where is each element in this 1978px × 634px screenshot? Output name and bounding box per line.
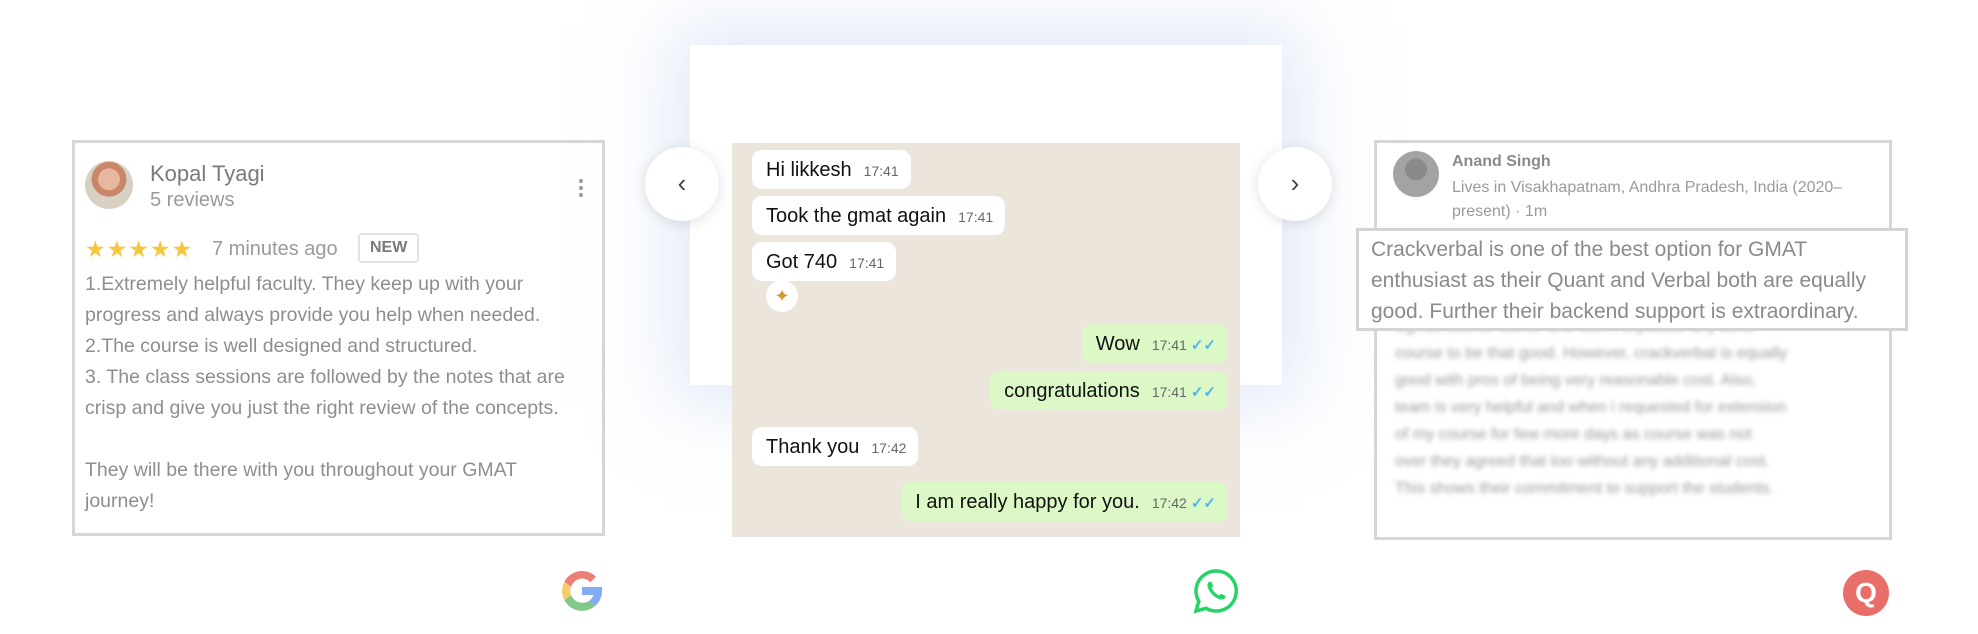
clapping-hands-icon: ✦ [766,280,798,312]
reviewer-location-time: present) · 1m [1452,203,1548,220]
review-line: journey! [85,490,155,512]
message-time: 17:42 [1151,495,1187,511]
review-line: crisp and give you just the right review… [85,397,559,419]
google-review-card: Kopal Tyagi 5 reviews ★★★★★ 7 minutes ag… [72,140,605,536]
google-logo-icon [562,571,602,611]
message-text: Wow [1095,333,1140,355]
message-time: 17:41 [1151,384,1187,400]
chevron-right-icon: › [1290,168,1300,198]
highlighted-review-text: Crackverbal is one of the best option fo… [1356,228,1908,331]
review-text: 1.Extremely helpful faculty. They keep u… [85,269,600,517]
chat-message-out: Wow 17:41 ✓✓ [1081,324,1228,363]
message-text: Thank you [766,436,860,458]
reviewer-location: Lives in Visakhapatnam, Andhra Pradesh, … [1452,179,1843,196]
review-line: of my course for few more days as course… [1395,426,1752,443]
avatar [1393,151,1439,197]
chat-message-out: I am really happy for you. 17:42 ✓✓ [901,482,1228,521]
message-time: 17:41 [958,209,994,225]
review-line: 2.The course is well designed and struct… [85,335,478,357]
star-rating: ★★★★★ [85,236,194,262]
chat-message-in: Got 740 17:41 [752,242,897,281]
message-time: 17:41 [1151,337,1187,353]
review-line: They will be there with you throughout y… [85,459,518,481]
message-time: 17:42 [871,440,907,456]
chat-message-in: Took the gmat again 17:41 [752,196,1006,235]
message-time: 17:41 [849,255,885,271]
review-line: 3. The class sessions are followed by th… [85,366,565,388]
chat-message-in: Thank you 17:42 [752,427,919,466]
chat-message-out: congratulations 17:41 ✓✓ [990,371,1228,410]
message-text: I am really happy for you. [915,491,1140,513]
message-text: Took the gmat again [766,205,947,227]
quora-logo-icon: Q [1843,570,1889,616]
message-text: congratulations [1004,380,1140,402]
whatsapp-chat: Hi likkesh 17:41 Took the gmat again 17:41… [732,143,1240,537]
avatar [85,161,133,209]
review-line: course to be that good. However, crackve… [1395,345,1788,362]
chat-message-in: Hi likkesh 17:41 [752,150,911,189]
review-line: 1.Extremely helpful faculty. They keep u… [85,273,524,295]
reviewer-name: Kopal Tyagi [150,161,265,186]
message-text: Hi likkesh [766,159,852,181]
quora-review-card: Anand Singh Lives in Visakhapatnam, Andh… [1374,140,1892,540]
new-badge: NEW [358,233,420,263]
review-line: This shows their commitment to support t… [1395,480,1774,497]
read-ticks-icon: ✓✓ [1190,384,1216,401]
read-ticks-icon: ✓✓ [1190,337,1216,354]
review-line: progress and always provide you help whe… [85,304,541,326]
carousel-prev-button[interactable]: ‹ [645,147,719,221]
review-line: enthusiast as their Quant and Verbal bot… [1371,269,1866,292]
reviewer-name: Anand Singh [1452,153,1551,170]
review-line: team is very helpful and when i requeste… [1395,399,1787,416]
whatsapp-logo-icon [1193,569,1238,614]
review-time: 7 minutes ago [212,238,338,260]
message-time: 17:41 [863,163,899,179]
review-line: Crackverbal is one of the best option fo… [1371,238,1808,261]
message-text: Got 740 [766,251,838,273]
review-line: over they agreed that too without any ad… [1395,453,1770,470]
read-ticks-icon: ✓✓ [1190,495,1216,512]
chevron-left-icon: ‹ [677,168,687,198]
reviewer-review-count: 5 reviews [150,189,235,211]
carousel-next-button[interactable]: › [1258,147,1332,221]
review-line [85,424,600,455]
reviewer-meta: Lives in Visakhapatnam, Andhra Pradesh, … [1452,176,1877,224]
blurred-review-text: Egmat course earlier and didn't expected… [1395,313,1875,502]
more-options-icon[interactable] [579,179,583,200]
review-line: good with pros of being very reasonable … [1395,372,1757,389]
review-line: good. Further their backend support is e… [1371,300,1859,323]
